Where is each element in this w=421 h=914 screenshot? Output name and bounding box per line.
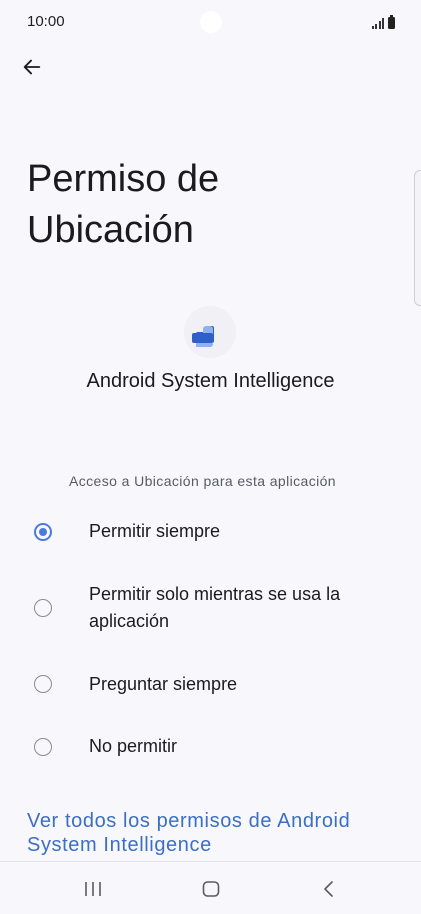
back-button[interactable] — [12, 47, 52, 87]
radio-button[interactable] — [34, 599, 52, 617]
android-system-intelligence-icon — [184, 306, 236, 358]
recents-button[interactable] — [68, 870, 118, 908]
status-bar: 10:00 — [0, 0, 421, 44]
option-label: Permitir siempre — [89, 521, 221, 541]
navigation-bar — [0, 861, 421, 914]
recents-icon — [85, 882, 101, 896]
section-label: Acceso a Ubicación para esta aplicación — [69, 473, 336, 489]
radio-button-checked[interactable] — [34, 523, 52, 541]
system-back-button[interactable] — [304, 870, 354, 908]
home-button[interactable] — [186, 870, 236, 908]
option-label: No permitir — [89, 736, 178, 756]
camera-cutout — [200, 11, 222, 33]
option-no-permitir[interactable]: No permitir — [0, 732, 421, 762]
status-icons — [371, 15, 395, 29]
home-icon — [202, 881, 220, 897]
option-label: Permitir solo mientras se usa la aplicac… — [89, 584, 341, 631]
scroll-indicator[interactable] — [414, 170, 421, 306]
back-chevron-icon — [324, 881, 333, 897]
radio-button[interactable] — [34, 738, 52, 756]
screen: 10:00 Permiso de Ubicación Android Syste… — [0, 0, 421, 914]
signal-icon — [371, 17, 384, 29]
option-permitir-siempre[interactable]: Permitir siempre — [0, 517, 421, 547]
option-label: Preguntar siempre — [89, 674, 238, 694]
radio-button[interactable] — [34, 675, 52, 693]
battery-icon — [388, 15, 395, 29]
arrow-left-icon — [23, 59, 41, 75]
page-title: Permiso de Ubicación — [27, 158, 220, 251]
all-permissions-link[interactable]: Ver todos los permisos de Android System… — [27, 809, 397, 857]
option-preguntar-siempre[interactable]: Preguntar siempre — [0, 670, 421, 700]
option-permitir-mientras-uso[interactable]: Permitir solo mientras se usa la aplicac… — [0, 580, 421, 636]
status-time: 10:00 — [27, 13, 65, 30]
app-name: Android System Intelligence — [86, 370, 335, 392]
